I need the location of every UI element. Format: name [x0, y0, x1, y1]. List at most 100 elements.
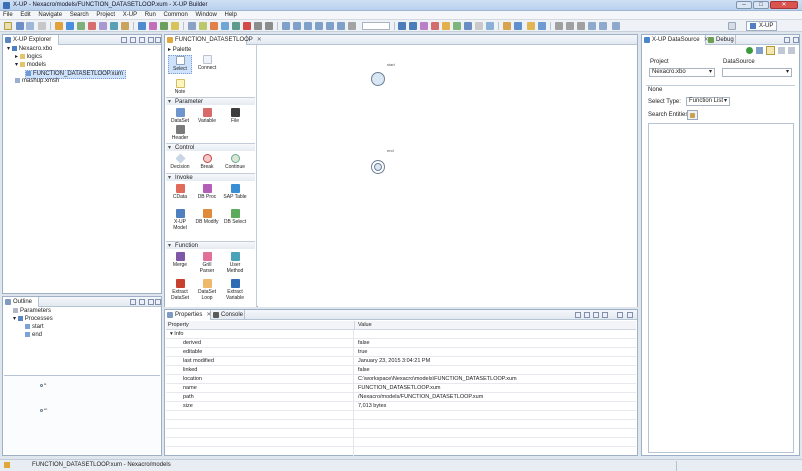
item-break[interactable]: Break: [195, 154, 219, 170]
match-width-icon[interactable]: [348, 22, 356, 30]
align-center-icon[interactable]: [293, 22, 301, 30]
layout-icon[interactable]: [420, 22, 428, 30]
item-db-modify[interactable]: DB Modify: [195, 209, 219, 225]
item-db-proc[interactable]: DB Proc: [195, 184, 219, 200]
group-control[interactable]: Control: [166, 143, 255, 152]
menu-window[interactable]: Window: [192, 11, 219, 19]
outline-parameters[interactable]: Parameters: [13, 308, 51, 315]
item-dataset-loop[interactable]: DataSet Loop: [195, 279, 219, 301]
new-icon[interactable]: [4, 22, 12, 30]
deploy-icon[interactable]: [66, 22, 74, 30]
item-decision[interactable]: Decision: [168, 153, 192, 170]
tree-models[interactable]: ▾ models: [15, 62, 46, 69]
expand-icon[interactable]: [788, 47, 795, 54]
menu-common[interactable]: Common: [160, 11, 190, 19]
tab-console[interactable]: Console: [211, 310, 245, 320]
outline-overview-icon[interactable]: [139, 299, 145, 305]
minimize-view-icon[interactable]: [617, 312, 623, 318]
show-advanced-icon[interactable]: [584, 312, 590, 318]
minimize-button[interactable]: –: [736, 1, 752, 9]
start-node[interactable]: [371, 72, 385, 86]
entities-list[interactable]: [648, 123, 794, 453]
edit-icon[interactable]: [527, 22, 535, 30]
paste-icon[interactable]: [232, 22, 240, 30]
diagram-canvas[interactable]: start end: [258, 45, 637, 307]
build-icon[interactable]: [55, 22, 63, 30]
pin-icon[interactable]: [555, 22, 563, 30]
maximize-view-icon[interactable]: [793, 37, 799, 43]
group-function[interactable]: Function: [166, 241, 255, 250]
item-variable[interactable]: Variable: [195, 108, 219, 124]
grid-icon[interactable]: [464, 22, 472, 30]
view-tree-icon[interactable]: [766, 46, 775, 55]
stop-icon[interactable]: [88, 22, 96, 30]
align-right-icon[interactable]: [304, 22, 312, 30]
tab-debug[interactable]: Debug: [706, 35, 736, 45]
minimize-view-icon[interactable]: [148, 37, 154, 43]
refresh-icon[interactable]: [746, 47, 753, 54]
menu-project[interactable]: Project: [93, 11, 118, 19]
item-extract-dataset[interactable]: Extract DataSet: [168, 279, 192, 301]
delete-icon[interactable]: [243, 22, 251, 30]
end-node[interactable]: [371, 160, 385, 174]
item-xup-model[interactable]: X-UP Model: [168, 209, 192, 231]
select-type-dropdown[interactable]: Function List ▾: [686, 97, 730, 106]
collapse-all-icon[interactable]: [121, 37, 127, 43]
item-user-method[interactable]: User Method: [223, 252, 247, 274]
db-icon[interactable]: [110, 22, 118, 30]
prev-annotation-icon[interactable]: [566, 22, 574, 30]
close-button[interactable]: ✕: [770, 1, 798, 9]
nav-back-icon[interactable]: [588, 22, 596, 30]
open-perspective-icon[interactable]: [728, 22, 736, 30]
table-row[interactable]: path/Nexacro/models/FUNCTION_DATASETLOOP…: [166, 393, 636, 402]
model-icon[interactable]: [99, 22, 107, 30]
show-categories-icon[interactable]: [575, 312, 581, 318]
folder-icon[interactable]: [121, 22, 129, 30]
menu-run[interactable]: Run: [142, 11, 159, 19]
tab-xup-datasource[interactable]: X-UP DataSource ✕: [642, 35, 709, 45]
print-icon[interactable]: [38, 22, 46, 30]
check-icon[interactable]: [453, 22, 461, 30]
menu-file[interactable]: File: [0, 11, 16, 19]
outline-start[interactable]: start: [25, 324, 44, 331]
collapse-icon[interactable]: [778, 47, 785, 54]
forward-icon[interactable]: [409, 22, 417, 30]
minimize-view-icon[interactable]: [784, 37, 790, 43]
maximize-button[interactable]: □: [753, 1, 769, 9]
publish-icon[interactable]: [538, 22, 546, 30]
search-icon[interactable]: [188, 22, 196, 30]
close-tab-icon[interactable]: ✕: [257, 37, 262, 43]
item-dataset[interactable]: DataSet: [168, 108, 192, 124]
redo-icon[interactable]: [265, 22, 273, 30]
item-extract-variable[interactable]: Extract Variable: [223, 279, 247, 301]
tool-connect[interactable]: Connect: [195, 55, 219, 71]
save-all-icon[interactable]: [26, 22, 34, 30]
item-file[interactable]: File: [223, 108, 247, 124]
group-parameter[interactable]: Parameter: [166, 97, 255, 106]
task-icon[interactable]: [199, 22, 207, 30]
maximize-view-icon[interactable]: [627, 312, 633, 318]
external-tools-icon[interactable]: [171, 22, 179, 30]
ruler-icon[interactable]: [486, 22, 494, 30]
back-icon[interactable]: [398, 22, 406, 30]
outline-overview[interactable]: st en: [4, 376, 160, 454]
project-select[interactable]: Nexacro.xbo ▾: [649, 68, 715, 77]
table-row[interactable]: editable true: [166, 348, 636, 357]
warning-icon[interactable]: [442, 22, 450, 30]
item-sap-table[interactable]: SAP Table: [223, 184, 247, 200]
datasource-select[interactable]: ▾: [722, 68, 792, 77]
table-row[interactable]: size 7,013 bytes: [166, 402, 636, 411]
connect-icon[interactable]: [514, 22, 522, 30]
section-info[interactable]: ▾ Info: [166, 330, 636, 339]
run-icon[interactable]: [160, 22, 168, 30]
pin-view-icon[interactable]: [602, 312, 608, 318]
profile-icon[interactable]: [149, 22, 157, 30]
zoom-combo[interactable]: [362, 22, 390, 30]
tool-select[interactable]: Select: [168, 55, 192, 74]
table-row[interactable]: derived false: [166, 339, 636, 348]
item-grill-parser[interactable]: Grill Parser: [195, 252, 219, 274]
view-list-icon[interactable]: [756, 47, 763, 54]
tool-note[interactable]: Note: [168, 79, 192, 95]
table-row[interactable]: linked false: [166, 366, 636, 375]
tab-properties[interactable]: Properties ✕: [165, 310, 211, 320]
